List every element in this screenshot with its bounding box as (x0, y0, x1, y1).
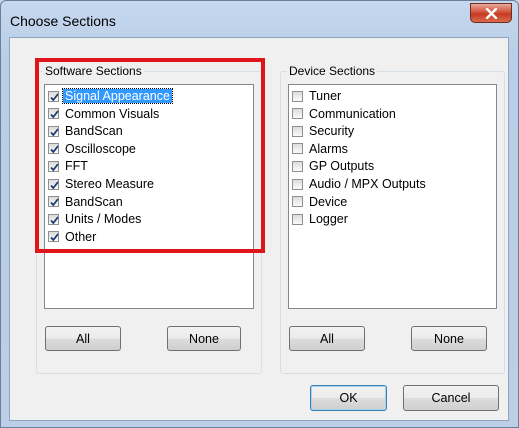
cancel-button[interactable]: Cancel (403, 385, 499, 411)
list-item-label: Tuner (309, 89, 342, 103)
device-sections-group: Device Sections Tuner Communication Securi… (280, 64, 505, 374)
list-item-label: Security (309, 124, 355, 139)
checkbox-unchecked[interactable] (292, 160, 303, 172)
device-sections-list[interactable]: Tuner Communication Security Alarms GP Outpu… (288, 84, 497, 309)
list-item[interactable]: Device (292, 194, 349, 210)
checkbox-unchecked[interactable] (292, 90, 303, 102)
checkbox-unchecked[interactable] (292, 213, 303, 225)
list-item-label: Logger (309, 212, 348, 227)
dialog-title: Choose Sections (10, 13, 116, 29)
ok-button[interactable]: OK (310, 385, 387, 411)
device-none-button[interactable]: None (411, 326, 487, 351)
list-item[interactable]: Security (292, 123, 356, 139)
list-item-label: Communication (309, 106, 396, 121)
list-item[interactable]: Tuner (292, 88, 343, 104)
device-all-button[interactable]: All (289, 326, 365, 351)
checkbox-unchecked[interactable] (292, 143, 303, 155)
checkbox-unchecked[interactable] (292, 196, 303, 208)
checkbox-unchecked[interactable] (292, 108, 303, 120)
highlight-annotation-box (35, 58, 265, 253)
software-all-button[interactable]: All (45, 326, 121, 351)
list-item-label: GP Outputs (309, 159, 375, 174)
close-icon (485, 8, 498, 19)
close-button[interactable] (470, 3, 512, 23)
list-item-label: Audio / MPX Outputs (309, 177, 426, 191)
list-item[interactable]: Communication (292, 106, 398, 122)
list-item[interactable]: Audio / MPX Outputs (292, 176, 428, 192)
list-item[interactable]: Alarms (292, 141, 350, 157)
title-bar[interactable]: Choose Sections (1, 1, 518, 35)
checkbox-unchecked[interactable] (292, 125, 303, 137)
checkbox-unchecked[interactable] (292, 178, 303, 190)
list-item[interactable]: Logger (292, 211, 350, 227)
device-sections-label: Device Sections (287, 64, 378, 78)
software-none-button[interactable]: None (167, 326, 241, 351)
list-item-label: Alarms (309, 141, 348, 156)
list-item[interactable]: GP Outputs (292, 158, 376, 174)
list-item-label: Device (309, 194, 348, 209)
